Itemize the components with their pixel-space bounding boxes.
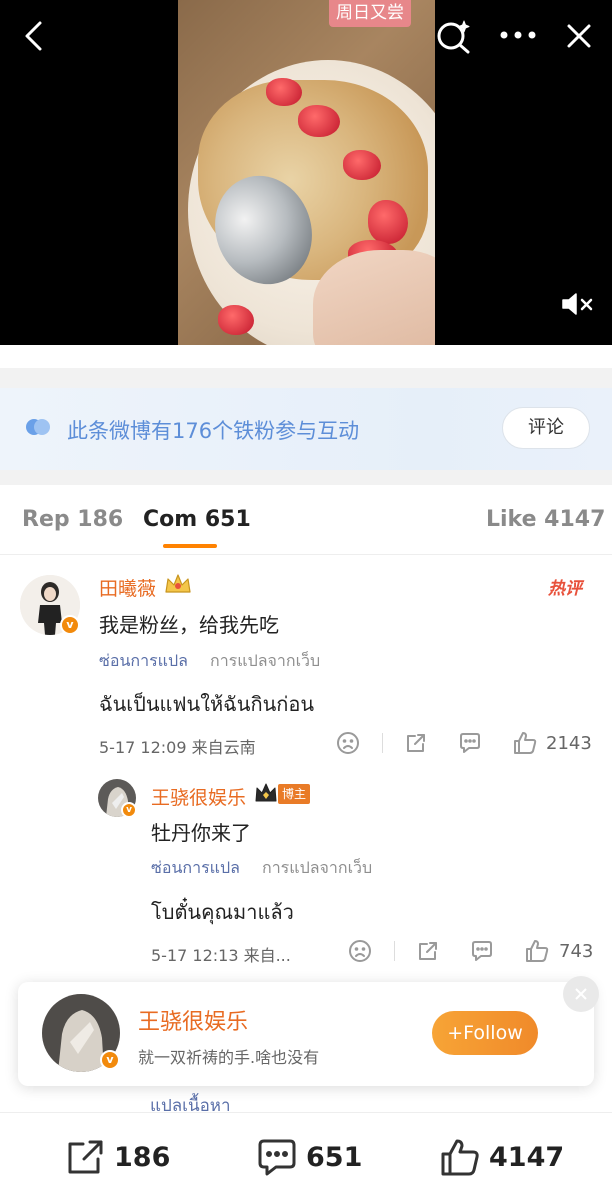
comment-icon[interactable] [470, 939, 494, 967]
close-icon[interactable] [563, 20, 595, 52]
dislike-face-icon[interactable] [348, 939, 372, 967]
repost-count: 186 [114, 1141, 171, 1173]
like-count: 2143 [546, 733, 592, 754]
like-count: 4147 [489, 1141, 565, 1173]
video-frame [178, 0, 435, 345]
like-thumb-icon[interactable] [512, 730, 538, 760]
repost-action[interactable]: 186 [66, 1137, 170, 1177]
tab-comments[interactable]: Com 651 [143, 507, 251, 532]
reply-meta: 5-17 12:13 来自... [151, 946, 291, 965]
hide-translation-link[interactable]: ซ่อนการแปล [151, 856, 240, 881]
popup-close-icon[interactable] [563, 976, 599, 1012]
translation-source: การแปลจากเว็บ [262, 858, 373, 877]
back-arrow-icon[interactable] [16, 18, 50, 54]
translated-text: ฉันเป็นแฟนให้ฉันกินก่อน [99, 692, 315, 716]
commenter-name[interactable]: 田曦薇 [99, 574, 156, 601]
strawberry [218, 305, 254, 335]
strawberry [343, 150, 381, 180]
spacer [0, 345, 612, 368]
follow-popup: v 王骁很娱乐 就一双祈祷的手.啥也没有 +Follow [18, 982, 594, 1086]
like-action[interactable]: 4147 [439, 1137, 564, 1177]
strawberry [266, 78, 302, 106]
author-tag: 博主 [278, 784, 311, 804]
repost-icon[interactable] [404, 731, 428, 759]
like-thumb-icon[interactable] [524, 938, 550, 968]
comment-count: 651 [306, 1141, 363, 1173]
fans-banner-text: 此条微博有176个铁粉参与互动 [67, 419, 360, 443]
tab-reposts[interactable]: Rep 186 [22, 507, 123, 532]
follow-label: Follow [463, 1022, 523, 1044]
video-player[interactable]: 周日又尝 [0, 0, 612, 345]
hot-comment-badge: 热评 [548, 579, 582, 599]
popup-user-name[interactable]: 王骁很娱乐 [138, 1004, 248, 1036]
tab-bar: Rep 186 Com 651 Like 4147 [0, 485, 612, 555]
active-tab-indicator [163, 544, 217, 548]
video-badge: 周日又尝 [329, 0, 411, 27]
divider [394, 941, 395, 961]
more-dots-icon[interactable] [498, 22, 538, 48]
popup-user-description: 就一双祈祷的手.啥也没有 [138, 1048, 320, 1067]
verified-badge-icon: v [60, 615, 80, 635]
crown-icon [164, 572, 192, 600]
comment-icon[interactable] [458, 731, 482, 759]
bottom-action-bar: 186 651 4147 [0, 1112, 612, 1199]
divider [0, 470, 612, 485]
comment-icon [258, 1139, 296, 1176]
mute-icon[interactable] [559, 290, 595, 318]
like-count: 743 [559, 941, 594, 962]
strawberry [368, 200, 408, 244]
fans-icon [25, 418, 51, 436]
comment-button[interactable]: 评论 [502, 407, 590, 449]
verified-badge-icon: v [121, 802, 137, 818]
strawberry [298, 105, 340, 137]
plus-icon: + [447, 1022, 464, 1044]
dislike-face-icon[interactable] [336, 731, 360, 759]
comment-text: 我是粉丝，给我先吃 [99, 613, 279, 637]
fans-interaction-banner: 此条微博有176个铁粉参与互动 评论 [0, 388, 612, 470]
comment-action[interactable]: 651 [256, 1137, 362, 1177]
tab-likes[interactable]: Like 4147 [486, 507, 605, 532]
replier-name[interactable]: 王骁很娱乐 [151, 783, 246, 810]
divider [0, 368, 612, 388]
verified-badge-icon: v [100, 1050, 120, 1070]
reply-text: 牡丹你来了 [151, 821, 251, 845]
sparkle-search-icon[interactable] [433, 16, 473, 56]
repost-icon [68, 1140, 103, 1174]
like-thumb-icon [441, 1139, 479, 1176]
crown-icon [254, 782, 278, 808]
translated-text: โบตั๋นคุณมาแล้ว [151, 900, 294, 924]
translation-source: การแปลจากเว็บ [210, 651, 321, 670]
follow-button[interactable]: +Follow [432, 1011, 538, 1055]
repost-icon[interactable] [416, 939, 440, 967]
divider [382, 733, 383, 753]
hide-translation-link[interactable]: ซ่อนการแปล [99, 649, 188, 674]
comment-meta: 5-17 12:09 来自云南 [99, 738, 256, 757]
